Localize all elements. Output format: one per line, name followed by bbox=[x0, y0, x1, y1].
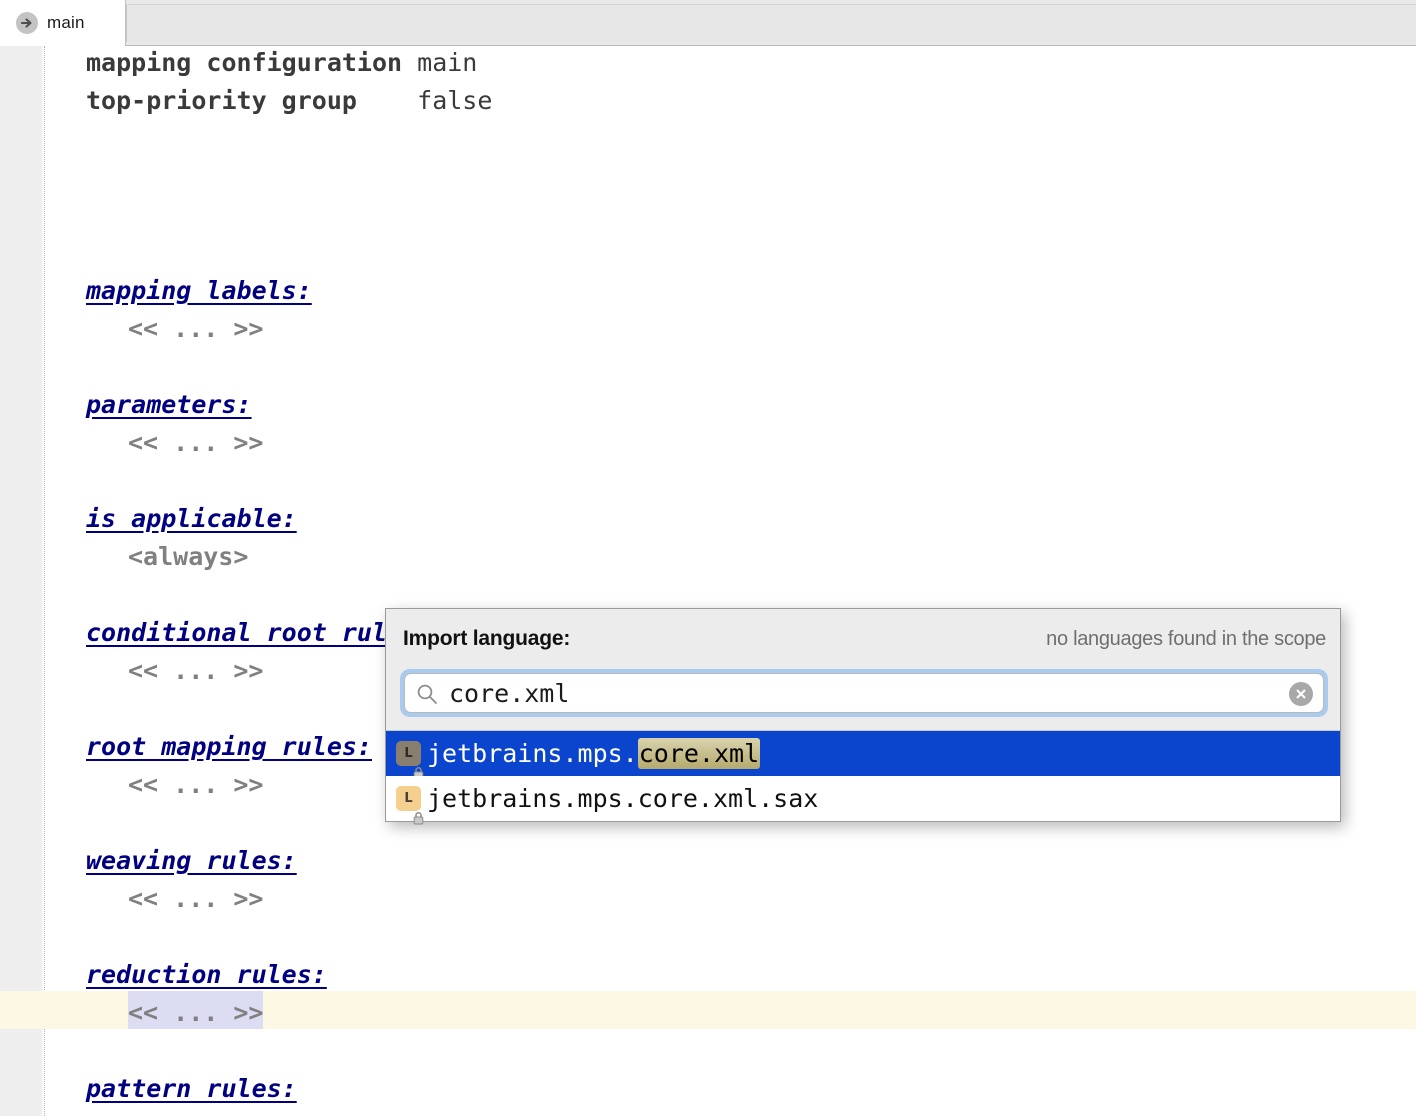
code-label-mapping-configuration: mapping configuration bbox=[86, 48, 403, 77]
search-input[interactable]: core.xml bbox=[404, 673, 1324, 713]
section-header-reduction-rules[interactable]: reduction rules: bbox=[86, 956, 327, 994]
code-label-top-priority-group: top-priority group bbox=[86, 86, 357, 115]
editor-content[interactable]: mapping configuration main top-priority … bbox=[0, 46, 1416, 1116]
section-header-pattern-rules[interactable]: pattern rules: bbox=[86, 1070, 297, 1108]
code-value-top-priority-group[interactable]: false bbox=[417, 86, 492, 115]
language-results-list[interactable]: L jetbrains.mps. core.xml L jetbrains.mp… bbox=[386, 731, 1340, 825]
search-input-value[interactable]: core.xml bbox=[449, 678, 569, 710]
lock-icon bbox=[412, 757, 425, 780]
placeholder-is-applicable[interactable]: <always> bbox=[128, 538, 248, 576]
lock-icon bbox=[412, 802, 425, 825]
placeholder-mapping-labels[interactable]: << ... >> bbox=[128, 310, 263, 348]
clear-circle-icon[interactable] bbox=[1289, 682, 1313, 706]
popup-title: Import language: bbox=[403, 627, 571, 650]
section-header-conditional-root-rules[interactable]: conditional root rules: bbox=[86, 614, 432, 652]
placeholder-parameters[interactable]: << ... >> bbox=[128, 424, 263, 462]
placeholder-weaving-rules[interactable]: << ... >> bbox=[128, 880, 263, 918]
arrow-right-circle-icon bbox=[16, 12, 38, 34]
placeholder-reduction-rules[interactable]: << ... >> bbox=[128, 994, 263, 1032]
list-item[interactable]: L jetbrains.mps.core.xml.sax bbox=[386, 776, 1340, 825]
section-header-root-mapping-rules[interactable]: root mapping rules: bbox=[86, 728, 372, 766]
language-locked-icon: L bbox=[396, 786, 424, 825]
list-item[interactable]: L jetbrains.mps. core.xml bbox=[386, 731, 1340, 780]
tab-bar-empty-area bbox=[126, 4, 1416, 42]
placeholder-root-mapping-rules[interactable]: << ... >> bbox=[128, 766, 263, 804]
language-locked-icon: L bbox=[396, 741, 424, 780]
section-header-is-applicable[interactable]: is applicable: bbox=[86, 500, 297, 538]
list-item-prefix: jetbrains.mps. bbox=[427, 739, 638, 768]
import-language-popup[interactable]: Import language: no languages found in t… bbox=[385, 608, 1341, 825]
list-item-prefix: jetbrains.mps.core.xml.sax bbox=[427, 784, 819, 813]
placeholder-conditional-root-rules[interactable]: << ... >> bbox=[128, 652, 263, 690]
popup-header: Import language: no languages found in t… bbox=[386, 609, 1340, 731]
tab-main[interactable]: main bbox=[0, 0, 126, 46]
placeholder-pattern-rules[interactable]: << ... >> bbox=[128, 1108, 263, 1116]
code-line-mapping-configuration[interactable]: mapping configuration main bbox=[86, 46, 477, 82]
search-icon bbox=[415, 682, 439, 706]
section-header-weaving-rules[interactable]: weaving rules: bbox=[86, 842, 297, 880]
search-field-focus-ring: core.xml bbox=[400, 669, 1328, 717]
code-line-top-priority-group[interactable]: top-priority group false bbox=[86, 82, 492, 120]
editor-tab-bar: main bbox=[0, 0, 1416, 46]
tab-main-label: main bbox=[47, 13, 85, 32]
code-editor[interactable]: mapping configuration main top-priority … bbox=[0, 46, 1416, 1116]
code-value-mapping-configuration[interactable]: main bbox=[417, 48, 477, 77]
popup-status-message: no languages found in the scope bbox=[1046, 628, 1326, 650]
section-header-parameters[interactable]: parameters: bbox=[86, 386, 252, 424]
section-header-mapping-labels[interactable]: mapping labels: bbox=[86, 272, 312, 310]
list-item-match: core.xml bbox=[637, 738, 761, 769]
